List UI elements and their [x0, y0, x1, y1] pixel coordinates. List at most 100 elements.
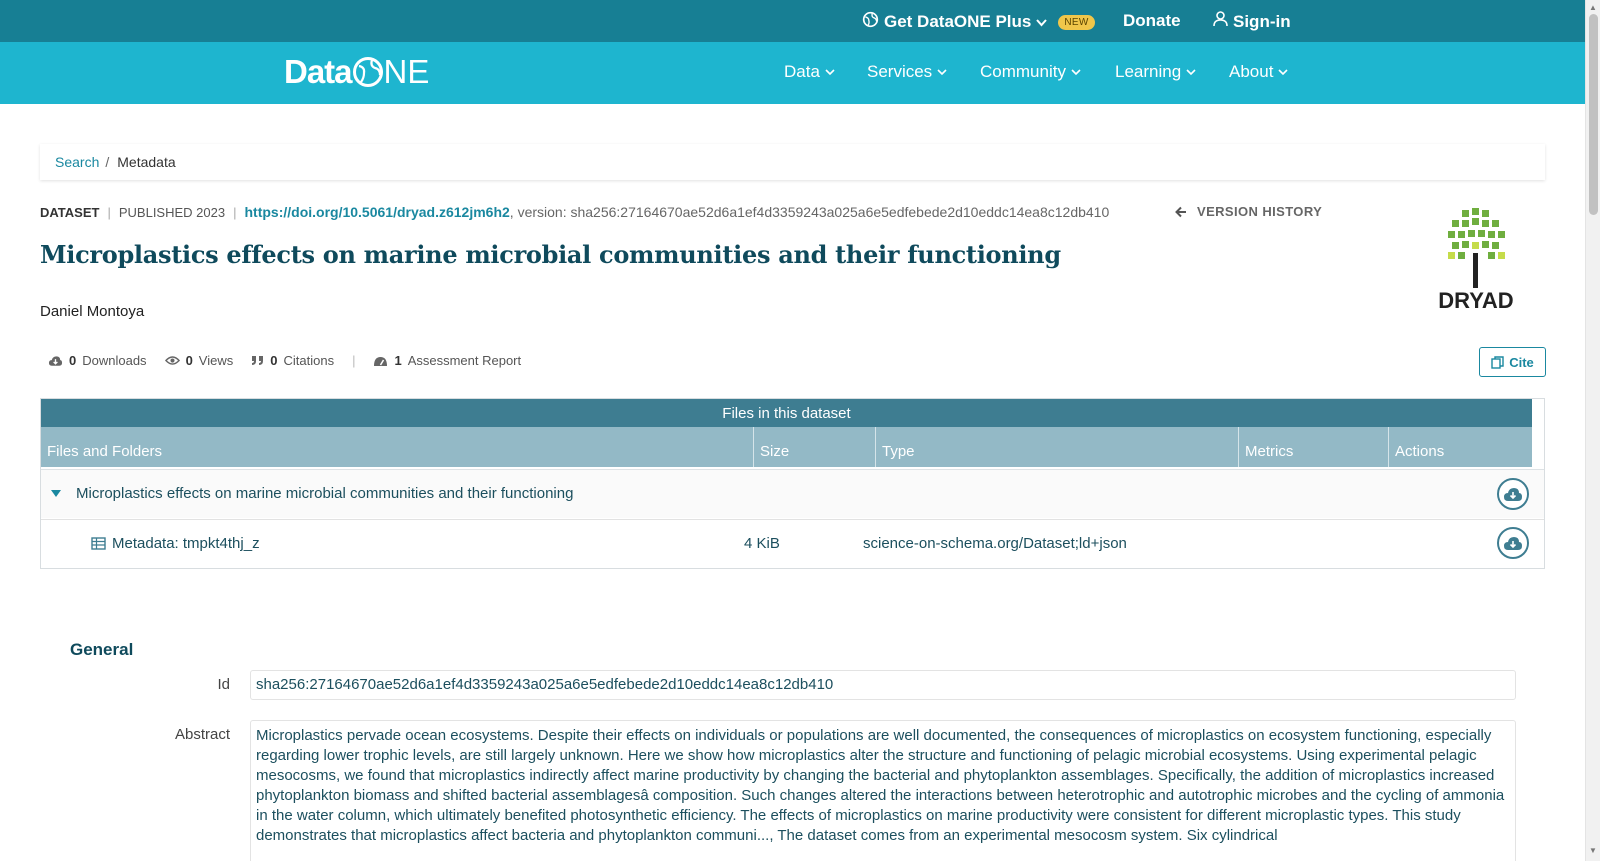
chevron-down-icon	[1278, 68, 1289, 75]
downloads-label: Downloads	[82, 353, 147, 368]
quote-icon	[252, 356, 264, 365]
dataset-meta-line: DATASET | PUBLISHED 2023 | https://doi.o…	[40, 204, 1109, 220]
nav-learning[interactable]: Learning	[1115, 62, 1196, 82]
version-text: , version: sha256:27164670ae52d6a1ef4d33…	[509, 204, 1110, 220]
assessment-label: Assessment Report	[407, 353, 522, 368]
chevron-down-icon	[1036, 12, 1048, 32]
general-heading: General	[70, 640, 134, 659]
cloud-download-icon	[1504, 536, 1522, 550]
chevron-down-icon	[825, 68, 835, 75]
scroll-thumb[interactable]	[1589, 14, 1598, 215]
column-header-metrics[interactable]: Metrics	[1239, 427, 1389, 467]
get-dataone-plus-menu[interactable]: Get DataONE Plus NEW	[862, 11, 1095, 33]
get-dataone-plus-label: Get DataONE Plus	[884, 12, 1032, 31]
sign-in-label: Sign-in	[1233, 11, 1291, 31]
abstract-value: Microplastics pervade ocean ecosystems. …	[250, 720, 1516, 861]
cloud-download-icon	[1504, 487, 1522, 501]
file-name-cell[interactable]: Metadata: tmpkt4thj_z	[91, 535, 260, 552]
citations-label: Citations	[283, 353, 335, 368]
cite-button[interactable]: Cite	[1479, 347, 1546, 377]
citations-count: 0	[270, 353, 278, 368]
breadcrumb-current: Metadata	[117, 154, 176, 170]
scroll-up-arrow[interactable]: ▲	[1589, 3, 1597, 12]
column-header-files[interactable]: Files and Folders	[41, 427, 754, 467]
views-label: Views	[198, 353, 234, 368]
logo-one: NE	[352, 53, 430, 91]
table-icon	[91, 537, 106, 550]
globe-icon	[352, 57, 383, 87]
downloads-stat: 0 Downloads	[48, 353, 147, 368]
dataset-stats: 0 Downloads 0 Views 0 Citations | 1 Asse…	[48, 353, 539, 368]
column-header-size[interactable]: Size	[754, 427, 876, 467]
version-history-label: VERSION HISTORY	[1197, 204, 1323, 219]
stats-separator: |	[352, 353, 356, 368]
id-label: Id	[217, 676, 230, 693]
doi-link[interactable]: https://doi.org/10.5061/dryad.z612jm6h2	[244, 204, 509, 220]
user-icon	[1213, 11, 1228, 32]
chevron-down-icon	[937, 68, 947, 75]
eye-icon	[164, 356, 180, 365]
assessment-count: 1	[394, 353, 402, 368]
breadcrumb-search-link[interactable]: Search	[55, 154, 99, 170]
folder-name[interactable]: Microplastics effects on marine microbia…	[76, 485, 573, 502]
column-header-type[interactable]: Type	[876, 427, 1239, 467]
column-header-actions[interactable]: Actions	[1389, 427, 1532, 467]
page-scrollbar[interactable]: ▲ ▼	[1585, 0, 1600, 861]
nav-services[interactable]: Services	[867, 62, 947, 82]
dryad-logo[interactable]: DRYAD	[1428, 206, 1538, 318]
breadcrumb: Search / Metadata	[40, 144, 1545, 180]
dryad-tree-icon: DRYAD	[1438, 208, 1514, 313]
download-file-button[interactable]	[1497, 527, 1529, 559]
nav-data-label: Data	[784, 62, 820, 81]
files-table-title: Files in this dataset	[41, 399, 1532, 427]
files-table: Files in this dataset Files and Folders …	[40, 398, 1545, 569]
copy-icon	[1491, 355, 1504, 369]
files-table-header: Files and Folders Size Type Metrics Acti…	[41, 427, 1532, 467]
citations-stat: 0 Citations	[251, 353, 334, 368]
downloads-count: 0	[69, 353, 77, 368]
page-title: Microplastics effects on marine microbia…	[40, 240, 1061, 269]
chevron-down-icon	[1071, 68, 1081, 75]
folder-row[interactable]: Microplastics effects on marine microbia…	[41, 469, 1544, 518]
views-stat: 0 Views	[164, 353, 234, 368]
nav-learning-label: Learning	[1115, 62, 1182, 81]
logo-text-data: Data	[284, 53, 353, 90]
main-navbar: Data NE Data Services Community Learning…	[0, 42, 1585, 104]
dataone-logo[interactable]: Data NE	[284, 53, 429, 91]
assessment-report-link[interactable]: 1 Assessment Report	[373, 353, 521, 368]
dryad-logo-text: DRYAD	[1438, 288, 1513, 313]
version-history-link[interactable]: VERSION HISTORY	[1175, 204, 1322, 219]
sign-in-link[interactable]: Sign-in	[1213, 11, 1291, 32]
gauge-icon	[374, 356, 388, 366]
nav-about-label: About	[1229, 62, 1274, 81]
views-count: 0	[185, 353, 193, 368]
table-row[interactable]: Metadata: tmpkt4thj_z 4 KiB science-on-s…	[41, 519, 1544, 568]
nav-services-label: Services	[867, 62, 933, 81]
file-name[interactable]: Metadata: tmpkt4thj_z	[112, 535, 260, 552]
download-folder-button[interactable]	[1497, 478, 1529, 510]
utility-bar: Get DataONE Plus NEW Donate Sign-in	[0, 0, 1585, 42]
donate-link[interactable]: Donate	[1123, 11, 1181, 31]
chevron-down-icon	[1186, 68, 1196, 75]
file-type: science-on-schema.org/Dataset;ld+json	[863, 535, 1127, 552]
nav-about[interactable]: About	[1229, 62, 1289, 82]
nav-data[interactable]: Data	[784, 62, 835, 82]
author-name[interactable]: Daniel Montoya	[40, 303, 144, 320]
logo-text-ne: NE	[383, 53, 430, 90]
scroll-down-arrow[interactable]: ▼	[1589, 846, 1597, 855]
id-value: sha256:27164670ae52d6a1ef4d3359243a025a6…	[250, 670, 1516, 700]
abstract-label: Abstract	[174, 726, 230, 743]
cite-label: Cite	[1509, 354, 1534, 370]
nav-community-label: Community	[980, 62, 1066, 81]
breadcrumb-separator: /	[105, 154, 110, 170]
new-badge: NEW	[1058, 14, 1095, 30]
meta-separator: |	[107, 204, 111, 220]
meta-separator: |	[233, 204, 237, 220]
cloud-download-icon	[48, 355, 63, 366]
file-size: 4 KiB	[744, 535, 780, 552]
caret-down-icon[interactable]	[51, 490, 61, 497]
arrow-left-icon	[1175, 206, 1186, 217]
globe-icon	[862, 11, 879, 33]
nav-community[interactable]: Community	[980, 62, 1081, 82]
published-label: PUBLISHED 2023	[118, 204, 226, 220]
